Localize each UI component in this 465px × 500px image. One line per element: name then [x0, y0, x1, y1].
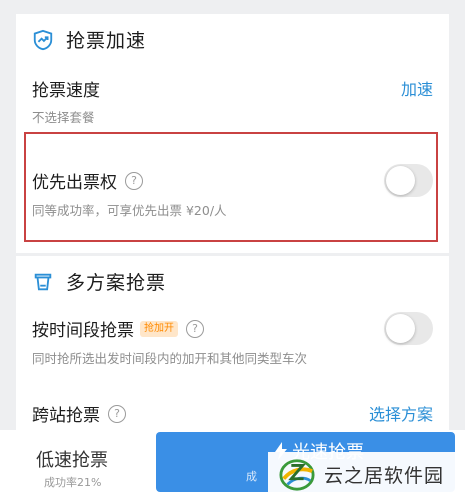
time-row-title-group: 按时间段抢票 抢加开 ? [32, 316, 204, 341]
fast-grab-success-rate: 成 [246, 470, 257, 483]
time-row-subtitle: 同时抢所选出发时间段内的加开和其他同类型车次 [32, 351, 308, 366]
toggle-knob [386, 166, 415, 195]
multi-plan-section-header: 多方案抢票 [32, 268, 166, 295]
speed-section-header: 抢票加速 [32, 26, 146, 53]
speed-row-subtitle: 不选择套餐 [32, 110, 95, 125]
multi-plan-section-title: 多方案抢票 [66, 272, 167, 294]
watermark-text: 云之居软件园 [324, 464, 445, 487]
time-row-title: 按时间段抢票 [32, 321, 134, 341]
speed-row-title: 抢票速度 [32, 81, 100, 101]
station-row-title: 跨站抢票 [32, 406, 100, 426]
slow-grab-title: 低速抢票 [36, 450, 108, 471]
slow-grab-success-rate: 成功率21% [44, 476, 102, 489]
station-row-title-group: 跨站抢票 ? [32, 401, 126, 426]
time-row-tag: 抢加开 [140, 320, 178, 337]
priority-row-subtitle: 同等成功率，可享优先出票 ¥20/人 [32, 203, 227, 218]
speed-section-title: 抢票加速 [66, 30, 147, 52]
priority-row-title: 优先出票权 [32, 173, 117, 193]
time-help-icon[interactable]: ? [186, 319, 204, 338]
multi-plan-section-card: 多方案抢票 按时间段抢票 抢加开 ? 同时抢所选出发时间段内的加开和其他同类型车… [16, 256, 449, 430]
station-help-icon[interactable]: ? [108, 404, 126, 423]
watermark: 云之居软件园 [268, 452, 465, 496]
accelerate-link[interactable]: 加速 [401, 76, 433, 100]
toggle-knob [386, 314, 415, 343]
slow-grab-button[interactable]: 低速抢票 成功率21% [16, 438, 146, 492]
priority-help-icon[interactable]: ? [125, 171, 143, 190]
watermark-logo-icon [279, 459, 315, 491]
ticket-cup-icon [34, 273, 52, 290]
select-plan-link[interactable]: 选择方案 [369, 401, 433, 425]
speed-section-card: 抢票加速 抢票速度 不选择套餐 加速 优先出票权 ? 同等成功率，可享优先出票 … [16, 14, 449, 253]
time-toggle[interactable] [384, 312, 433, 345]
priority-row-title-group: 优先出票权 ? [32, 168, 143, 193]
shield-trend-icon [33, 29, 53, 50]
priority-toggle[interactable] [384, 164, 433, 197]
